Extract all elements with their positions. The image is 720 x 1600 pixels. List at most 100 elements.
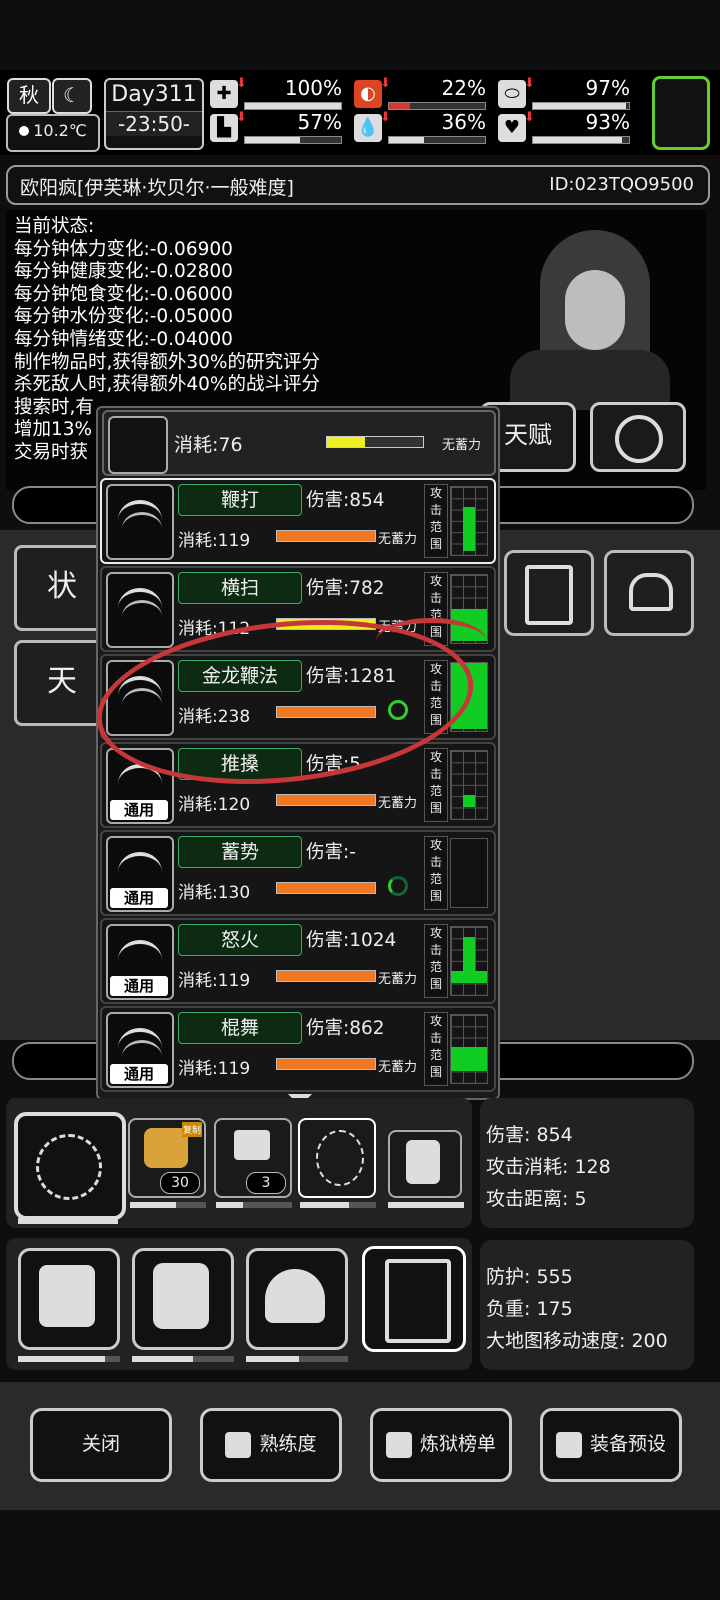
close-button[interactable]: 关闭: [30, 1408, 172, 1482]
down-arrow-icon: ⬇: [380, 110, 391, 125]
ranking-label: 炼狱榜单: [419, 1433, 496, 1455]
sweep-icon: [106, 572, 174, 648]
skill-name: 怒火: [178, 924, 302, 956]
cost-bar: [276, 794, 376, 806]
skill-item[interactable]: 鞭打 伤害:854 消耗:119 无蓄力 攻击范围: [100, 478, 496, 564]
skill-item[interactable]: 通用 蓄势 伤害:- 消耗:130 攻击范围: [100, 830, 496, 916]
skill-damage: 伤害:782: [306, 578, 385, 599]
skill-cost: 消耗:119: [178, 1059, 251, 1079]
preset-label: 装备预设: [589, 1433, 666, 1455]
status-heading: 当前状态:: [14, 216, 95, 237]
water-drop-icon: 💧: [354, 114, 382, 142]
heart-icon: ♥: [498, 114, 526, 142]
charge-tag: 无蓄力: [378, 796, 418, 811]
stat-value: 93%: [585, 110, 630, 134]
status-line: 每分钟体力变化:-0.06900: [14, 238, 233, 260]
stat-value: 36%: [441, 110, 486, 134]
equipment-preset-button[interactable]: 装备预设: [540, 1408, 682, 1482]
weapon-slot-pistol[interactable]: 3: [214, 1118, 292, 1198]
equipped-whip-slot[interactable]: [14, 1112, 126, 1220]
ranking-button[interactable]: 炼狱榜单: [370, 1408, 512, 1482]
minimap-button[interactable]: [652, 76, 710, 150]
charge-bar: [326, 436, 424, 448]
weapon-damage: 伤害: 854: [486, 1124, 573, 1146]
annotation-circle-tail: [376, 618, 486, 663]
proficiency-label: 熟练度: [259, 1433, 317, 1455]
boot-icon: ▙: [210, 114, 238, 142]
shield-pack-icon: [406, 1140, 440, 1184]
stat-bar: [532, 136, 630, 144]
skill-name: 棍舞: [178, 1012, 302, 1044]
stat-value: 100%: [284, 76, 342, 100]
stat-bar: [388, 136, 486, 144]
pill-icon: ⬭: [498, 80, 526, 108]
armor-slot-vest[interactable]: [132, 1248, 234, 1350]
status-line: 杀死敌人时,获得额外40%的战斗评分: [14, 374, 321, 396]
weapon-slot-shield-pack[interactable]: [388, 1130, 462, 1198]
skill-item[interactable]: 通用 棍舞 伤害:862 消耗:119 无蓄力 攻击范围: [100, 1006, 496, 1092]
down-arrow-icon: ⬇: [524, 110, 535, 125]
durability-bar: [130, 1202, 206, 1208]
range-grid: [450, 838, 488, 908]
cost-bar: [276, 530, 376, 542]
proficiency-button[interactable]: 熟练度: [200, 1408, 342, 1482]
durability-bar: [246, 1356, 348, 1362]
medkit-icon: ✚: [210, 80, 238, 108]
current-skill-header[interactable]: 消耗:76 无蓄力: [102, 410, 496, 476]
ammo-count: 30: [160, 1172, 200, 1194]
skill-name: 鞭打: [178, 484, 302, 516]
stat-mood: ⬭ ⬇ 97%: [498, 76, 630, 110]
thermometer-icon: [19, 126, 30, 136]
range-grid: [450, 1014, 488, 1084]
bracers-icon: [39, 1265, 95, 1327]
footprint-icon: [108, 416, 168, 474]
day-counter: Day311: [111, 82, 197, 107]
temperature-readout: 10.2℃: [6, 114, 100, 152]
general-badge: 通用: [110, 976, 168, 996]
armor-slot-helmet[interactable]: [246, 1248, 348, 1350]
medicine-button[interactable]: [504, 550, 594, 636]
character-name-bar: 欧阳疯[伊芙琳·坎贝尔·一般难度] ID:023TQO9500: [6, 165, 710, 205]
weapon-slot-whip-selected[interactable]: [298, 1118, 376, 1198]
ammo-count: 3: [246, 1172, 286, 1194]
down-arrow-icon: ⬇: [236, 110, 247, 125]
helmet-icon: [265, 1269, 325, 1323]
armor-weight: 负重: 175: [486, 1298, 573, 1320]
stat-value: 57%: [297, 110, 342, 134]
character-portrait: [470, 220, 670, 410]
armor-slot-backpack[interactable]: [362, 1246, 466, 1352]
armor-slot-gloves[interactable]: [18, 1248, 120, 1350]
range-label: 攻击范围: [424, 836, 448, 910]
skill-cost: 消耗:120: [178, 795, 251, 815]
weapon-attack-range: 攻击距离: 5: [486, 1188, 587, 1210]
down-arrow-icon: ⬇: [524, 76, 535, 91]
weapon-slot-gauntlet[interactable]: 复制 30: [128, 1118, 206, 1198]
general-badge: 通用: [110, 888, 168, 908]
ranking-icon: [385, 1431, 412, 1458]
copy-badge: 复制: [181, 1122, 202, 1137]
charge-tag: 无蓄力: [378, 532, 418, 547]
whip-icon: [36, 1134, 102, 1200]
status-line: 制作物品时,获得额外30%的研究评分: [14, 351, 321, 373]
alarm-button[interactable]: [604, 550, 694, 636]
shirt-swap-icon: [615, 415, 663, 463]
stat-bar: [244, 136, 342, 144]
down-arrow-icon: ⬇: [236, 76, 247, 91]
outfit-swap-button[interactable]: [590, 402, 686, 472]
stat-health: ✚ ⬇ 100%: [210, 76, 342, 110]
range-grid: [450, 926, 488, 996]
cost-bar: [276, 1058, 376, 1070]
armor-defense: 防护: 555: [486, 1266, 573, 1288]
player-id: ID:023TQO9500: [549, 174, 694, 195]
proficiency-icon: [225, 1431, 252, 1458]
charge-ring-icon: [388, 876, 408, 896]
charge-up-icon: 通用: [106, 836, 174, 912]
charge-tag: 无蓄力: [378, 1060, 418, 1075]
weapon-attack-cost: 攻击消耗: 128: [486, 1156, 611, 1178]
skill-item[interactable]: 通用 怒火 伤害:1024 消耗:119 无蓄力 攻击范围: [100, 918, 496, 1004]
clock-time: -23:50-: [106, 111, 202, 136]
stat-stamina: ▙ ⬇ 57%: [210, 110, 342, 144]
clipboard-pill-icon: [525, 565, 573, 625]
skill-cost: 消耗:119: [178, 531, 251, 551]
durability-bar: [18, 1218, 118, 1224]
